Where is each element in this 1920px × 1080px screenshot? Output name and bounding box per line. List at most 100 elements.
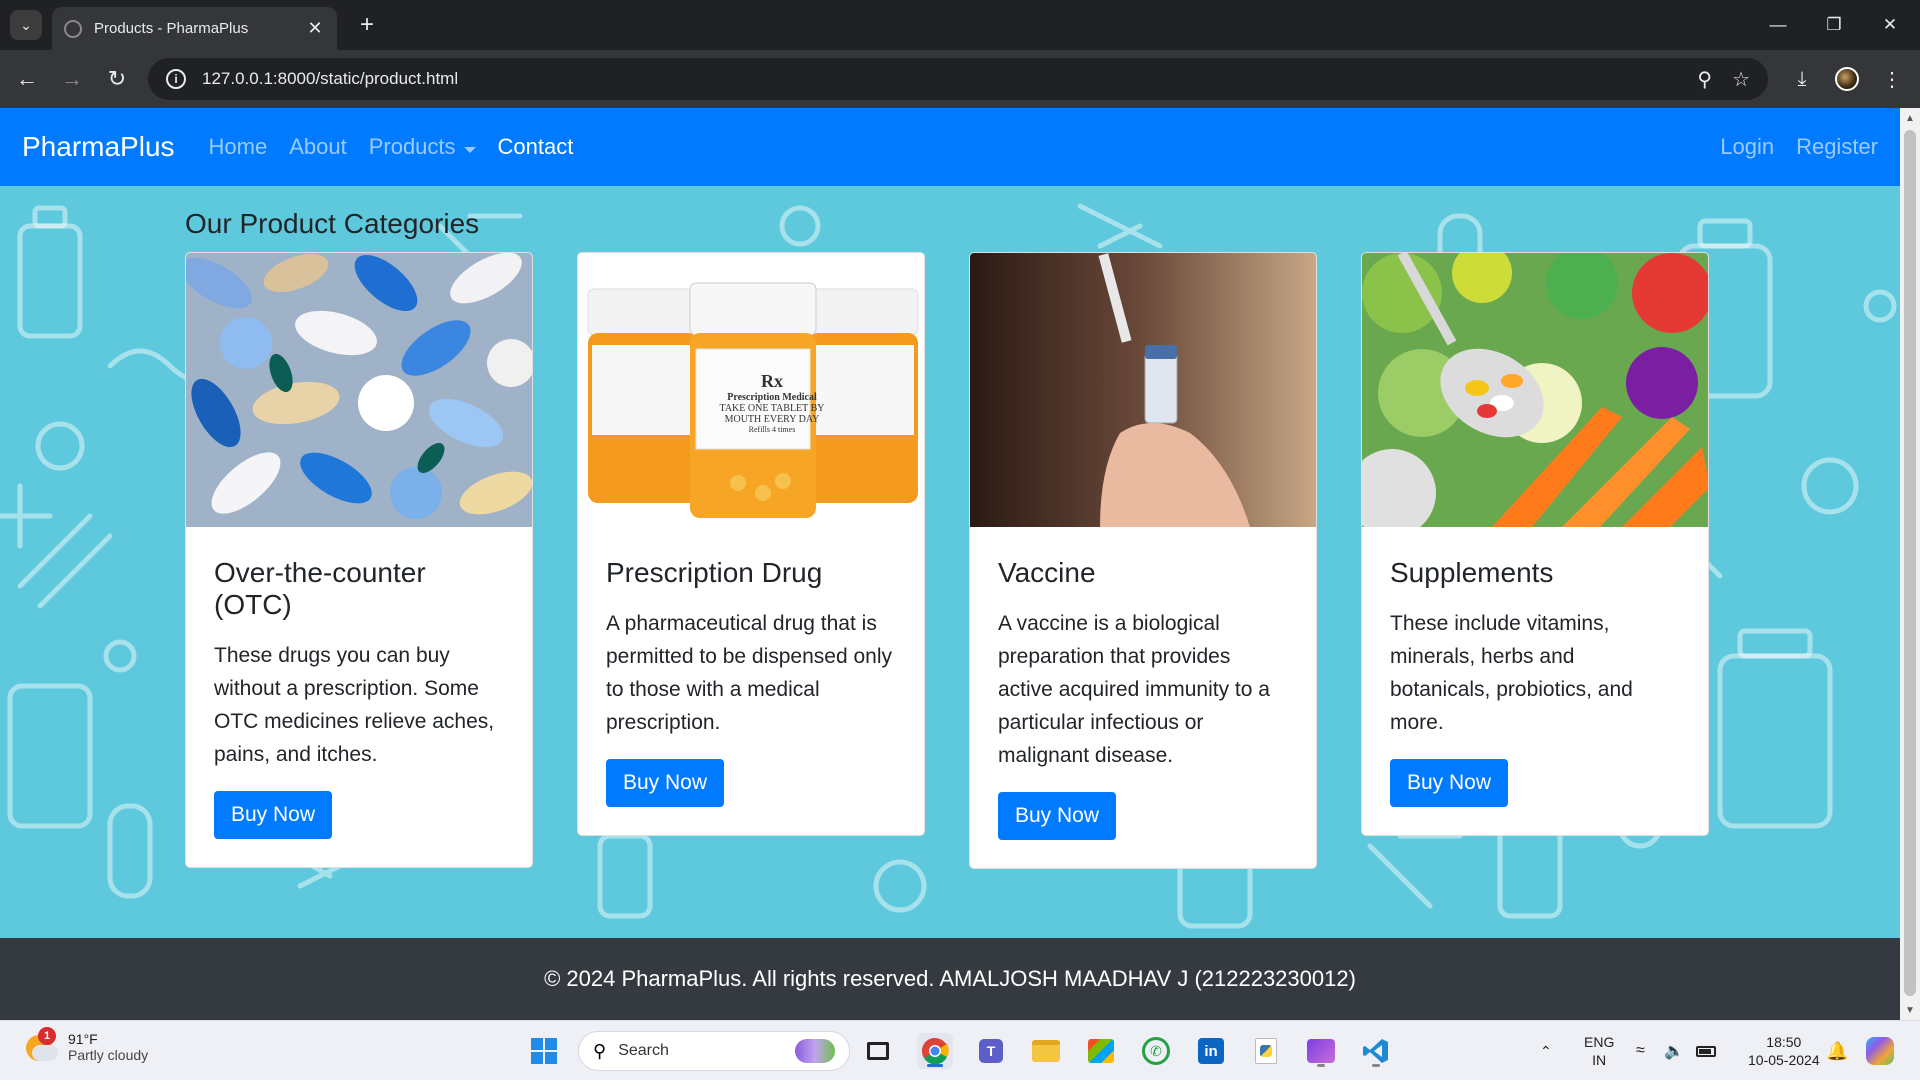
zoom-icon[interactable]: ⚲ [1697,67,1712,92]
window-close-icon[interactable]: ✕ [1862,0,1918,50]
card-text: These include vitamins, minerals, herbs … [1390,612,1633,734]
buy-now-button[interactable]: Buy Now [606,759,725,807]
card-body: Over-the-counter (OTC) These drugs you c… [186,527,532,867]
clock-date: 10-05-2024 [1748,1052,1820,1068]
linkedin-icon[interactable]: in [1193,1033,1229,1069]
weather-temp: 91°F [68,1031,98,1047]
site-info-icon[interactable]: i [166,69,186,89]
volume-muted-icon[interactable]: 🔈 [1664,1021,1684,1080]
section-title: Our Product Categories [185,208,480,239]
microsoft-store-icon[interactable] [1083,1033,1119,1069]
notification-bell-icon[interactable]: 🔔 [1826,1021,1848,1080]
card-title: Vaccine [998,557,1096,588]
task-view-icon[interactable] [860,1033,896,1069]
otc-pills-image [186,253,532,527]
language-bottom: IN [1592,1052,1607,1068]
nav-products-label: Products [368,134,456,159]
language-indicator[interactable]: ENG IN [1584,1021,1614,1080]
site-footer: © 2024 PharmaPlus. All rights reserved. … [0,938,1900,1020]
taskbar-search[interactable]: ⚲ Search [578,1031,850,1071]
minimize-icon[interactable]: — [1750,0,1806,50]
taskbar-search-label: Search [618,1042,669,1059]
page-scrollbar[interactable]: ▲ ▼ [1900,108,1920,1020]
windows-start-icon[interactable] [526,1033,562,1069]
card-title: Prescription Drug [606,557,823,588]
nav-login[interactable]: Login [1720,134,1774,160]
forward-arrow-icon[interactable]: → [55,62,89,96]
footer-text: © 2024 PharmaPlus. All rights reserved. … [544,966,1356,991]
product-card-prescription: Rx Prescription Medical TAKE ONE TABLET … [577,252,925,836]
search-icon: ⚲ [593,1040,607,1061]
card-text: A pharmaceutical drug that is permitted … [606,612,893,734]
buy-now-button[interactable]: Buy Now [214,791,333,839]
site-navbar: PharmaPlus Home About Products Contact L… [0,108,1900,186]
navbar-right: Login Register [1698,134,1878,160]
prescription-bottles-image: Rx Prescription Medical TAKE ONE TABLET … [578,253,924,527]
product-card-supplements: Supplements These include vitamins, mine… [1361,252,1709,836]
card-title: Over-the-counter (OTC) [214,557,426,620]
card-body: Supplements These include vitamins, mine… [1362,527,1708,835]
python-file-icon[interactable] [1248,1033,1284,1069]
tab-title: Products - PharmaPlus [94,20,249,37]
windows-taskbar: 1 91°F Partly cloudy ⚲ Search T ✆ in ⌃ E… [0,1020,1920,1080]
search-highlight-icon [795,1039,835,1063]
vscode-icon[interactable] [1358,1033,1394,1069]
reload-icon[interactable]: ↻ [100,62,134,96]
copilot-icon[interactable] [1866,1021,1894,1080]
new-tab-plus-icon[interactable]: + [352,10,382,40]
tray-overflow-chevron-icon[interactable]: ⌃ [1540,1021,1552,1080]
scroll-up-icon[interactable]: ▲ [1900,108,1920,128]
nav-register[interactable]: Register [1796,134,1878,160]
weather-badge: 1 [38,1027,56,1045]
product-card-vaccine: Vaccine A vaccine is a biological prepar… [969,252,1317,869]
nav-products-dropdown[interactable]: Products [369,134,476,160]
weather-widget[interactable]: 1 91°F Partly cloudy [22,1027,149,1065]
bottle-label: Rx Prescription Medical TAKE ONE TABLET … [719,371,825,434]
language-top: ENG [1584,1034,1615,1050]
nav-about[interactable]: About [289,134,347,160]
battery-icon[interactable] [1696,1021,1716,1080]
browser-toolbar: ← → ↻ i 127.0.0.1:8000/static/product.ht… [0,50,1920,108]
profile-avatar[interactable] [1830,62,1864,96]
download-icon[interactable]: ⤓ [1785,62,1819,96]
product-card-otc: Over-the-counter (OTC) These drugs you c… [185,252,533,868]
buy-now-button[interactable]: Buy Now [1390,759,1509,807]
bookmark-star-icon[interactable]: ☆ [1732,67,1750,92]
scrollbar-thumb[interactable] [1904,130,1916,996]
address-bar[interactable]: i 127.0.0.1:8000/static/product.html ⚲ ☆ [148,58,1768,100]
globe-icon [64,19,82,38]
restore-icon[interactable]: ❐ [1806,0,1862,50]
vaccine-vial-image [970,253,1316,527]
buy-now-button[interactable]: Buy Now [998,792,1117,840]
card-title: Supplements [1390,557,1554,588]
clock[interactable]: 18:50 10-05-2024 [1748,1021,1820,1080]
nav-home[interactable]: Home [209,134,268,160]
clipchamp-icon[interactable] [1303,1033,1339,1069]
navbar-brand[interactable]: PharmaPlus [22,131,175,163]
card-text: A vaccine is a biological preparation th… [998,612,1270,767]
partly-cloudy-icon: 1 [22,1027,58,1065]
teams-icon[interactable]: T [973,1033,1009,1069]
nav-contact[interactable]: Contact [498,134,574,160]
tab-close-icon[interactable]: ✕ [305,18,325,39]
address-url[interactable]: 127.0.0.1:8000/static/product.html [202,69,1677,89]
chrome-icon[interactable] [917,1033,953,1069]
browser-tabstrip: ⌄ Products - PharmaPlus ✕ + — ❐ ✕ [0,0,1920,50]
tab-search-chevron-icon[interactable]: ⌄ [10,10,42,40]
card-text: These drugs you can buy without a prescr… [214,644,495,766]
scroll-down-icon[interactable]: ▼ [1900,1000,1920,1020]
clock-time: 18:50 [1766,1034,1802,1050]
whatsapp-icon[interactable]: ✆ [1138,1033,1174,1069]
browser-menu-icon[interactable]: ⋮ [1875,62,1909,96]
weather-desc: Partly cloudy [68,1047,149,1063]
back-arrow-icon[interactable]: ← [10,62,44,96]
card-body: Prescription Drug A pharmaceutical drug … [578,527,924,835]
browser-tab-active[interactable]: Products - PharmaPlus ✕ [52,7,337,50]
wifi-icon[interactable]: ≈ [1636,1021,1645,1080]
caret-down-icon [463,146,476,153]
supplements-spoon-image [1362,253,1708,527]
page-viewport: PharmaPlus Home About Products Contact L… [0,108,1900,1020]
file-explorer-icon[interactable] [1028,1033,1064,1069]
card-body: Vaccine A vaccine is a biological prepar… [970,527,1316,868]
bottle-left [587,288,699,503]
